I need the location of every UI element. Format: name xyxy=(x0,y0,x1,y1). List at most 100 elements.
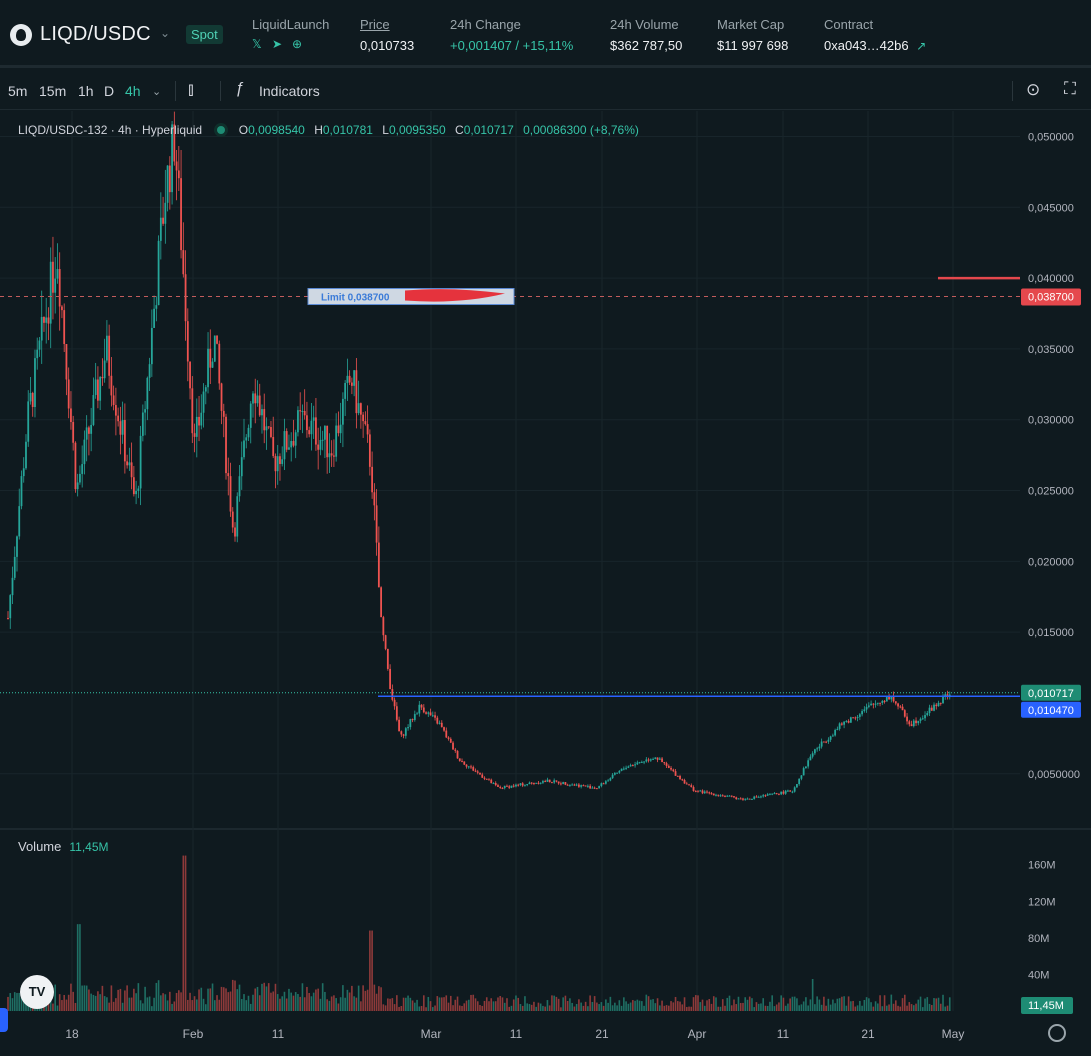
timeframe-1h[interactable]: 1h xyxy=(78,83,94,99)
volume-bar xyxy=(267,983,270,1011)
volume-bar xyxy=(452,1005,454,1011)
x-icon[interactable]: 𝕏 xyxy=(252,38,264,50)
volume-bar xyxy=(142,1003,144,1011)
volume-bar xyxy=(429,1001,432,1011)
candle-body xyxy=(467,766,470,768)
candle-body xyxy=(706,791,708,793)
volume-bar xyxy=(83,985,86,1011)
time-tick-label: 11 xyxy=(272,1027,285,1041)
candle-body xyxy=(256,395,259,404)
volume-bar xyxy=(348,992,351,1011)
tradingview-logo[interactable]: TV xyxy=(20,975,54,1009)
live-status-dot xyxy=(217,126,226,134)
volume-bar xyxy=(888,1004,890,1011)
fullscreen-icon[interactable]: ⛶ xyxy=(1064,79,1076,99)
indicators-icon[interactable]: ƒ xyxy=(235,80,244,98)
candle-body xyxy=(643,761,645,763)
candle-body xyxy=(802,768,805,776)
candle-body xyxy=(29,392,32,402)
candle-body xyxy=(465,764,468,767)
candle-body xyxy=(690,785,693,788)
chart-area[interactable]: Limit 0,038700 0,038700 0,010717 0,010470 11… xyxy=(0,111,1091,1051)
candle-body xyxy=(155,305,158,309)
candle-body xyxy=(281,459,284,464)
candle-body xyxy=(472,767,475,771)
price-chart[interactable]: Limit 0,038700 0,038700 0,010717 0,010470 11… xyxy=(0,111,1091,1051)
candle-body xyxy=(865,706,868,710)
candle-body xyxy=(787,790,789,792)
volume-bar xyxy=(838,998,841,1011)
candle-body xyxy=(310,420,313,435)
volume-bar xyxy=(490,998,493,1011)
volume-bar xyxy=(571,1002,573,1011)
candle-body xyxy=(586,785,589,787)
candle-body xyxy=(499,786,502,788)
candle-body xyxy=(553,780,556,783)
indicators-button[interactable]: Indicators xyxy=(259,83,320,99)
candle-body xyxy=(227,473,230,477)
candle-body xyxy=(416,713,418,715)
volume-bar xyxy=(124,990,126,1011)
candle-body xyxy=(721,795,724,797)
volume-bar xyxy=(737,996,740,1011)
scroll-handle[interactable] xyxy=(0,1008,8,1032)
candle-body xyxy=(119,421,122,435)
globe-icon[interactable]: ⊕ xyxy=(292,38,304,50)
volume-bar xyxy=(751,998,753,1011)
candle-body xyxy=(479,772,481,775)
liqd-token-icon xyxy=(10,24,32,46)
volume-bar xyxy=(472,994,475,1011)
candle-body xyxy=(649,759,652,761)
volume-bar xyxy=(600,1002,603,1011)
candle-body xyxy=(425,712,427,714)
volume-bar xyxy=(886,1005,888,1011)
candle-body xyxy=(672,769,675,772)
change-value: +0,001407 / +15,11% xyxy=(450,38,574,53)
candle-body xyxy=(881,700,884,704)
launch-label: LiquidLaunch xyxy=(252,17,330,32)
candle-body xyxy=(622,768,625,770)
volume-bar xyxy=(730,1005,733,1011)
timeframe-5m[interactable]: 5m xyxy=(8,83,27,99)
candle-body xyxy=(715,794,717,796)
candle-body xyxy=(402,734,405,736)
volume-bar xyxy=(791,996,794,1011)
candle-body xyxy=(526,784,529,786)
candle-body xyxy=(177,170,180,179)
screenshot-icon[interactable]: ⊙ xyxy=(1026,80,1040,100)
gear-icon[interactable] xyxy=(1048,1024,1066,1042)
volume-bar xyxy=(231,979,234,1011)
volume-bar xyxy=(623,997,625,1011)
volume-bar xyxy=(566,1000,569,1011)
volume-bar xyxy=(697,995,699,1011)
candle-body xyxy=(490,779,493,784)
timeframe-4h[interactable]: 4h xyxy=(125,83,141,99)
volume-bar xyxy=(850,1001,852,1011)
volume-bar xyxy=(440,997,443,1011)
telegram-icon[interactable]: ➤ xyxy=(272,38,284,50)
chevron-down-icon[interactable]: ⌄ xyxy=(160,26,170,40)
timeframe-chevron-icon[interactable]: ⌄ xyxy=(152,85,161,98)
volume-bar xyxy=(353,996,355,1011)
change-stat: 24h Change +0,001407 / +15,11% xyxy=(450,17,573,53)
volume-bar xyxy=(564,995,567,1011)
external-link-icon[interactable]: ↗ xyxy=(916,39,926,53)
candle-body xyxy=(744,798,747,800)
candle-body xyxy=(67,379,70,409)
candlestick-type-icon[interactable]: ⫾ xyxy=(188,79,194,100)
candle-body xyxy=(735,797,738,800)
candle-body xyxy=(888,696,890,700)
pair-name[interactable]: LIQD/USDC xyxy=(40,23,151,46)
contract-value[interactable]: 0xa043…42b6 xyxy=(824,38,909,53)
candle-body xyxy=(200,412,203,426)
timeframe-d[interactable]: D xyxy=(104,83,114,99)
volume-bar xyxy=(236,989,239,1011)
volume-bar xyxy=(524,996,526,1011)
candle-body xyxy=(483,777,486,779)
candle-body xyxy=(926,713,929,716)
candle-body xyxy=(328,453,331,458)
volume-bar xyxy=(465,1000,468,1011)
volume-bar xyxy=(870,1002,872,1011)
timeframe-15m[interactable]: 15m xyxy=(39,83,66,99)
candle-body xyxy=(162,217,164,224)
